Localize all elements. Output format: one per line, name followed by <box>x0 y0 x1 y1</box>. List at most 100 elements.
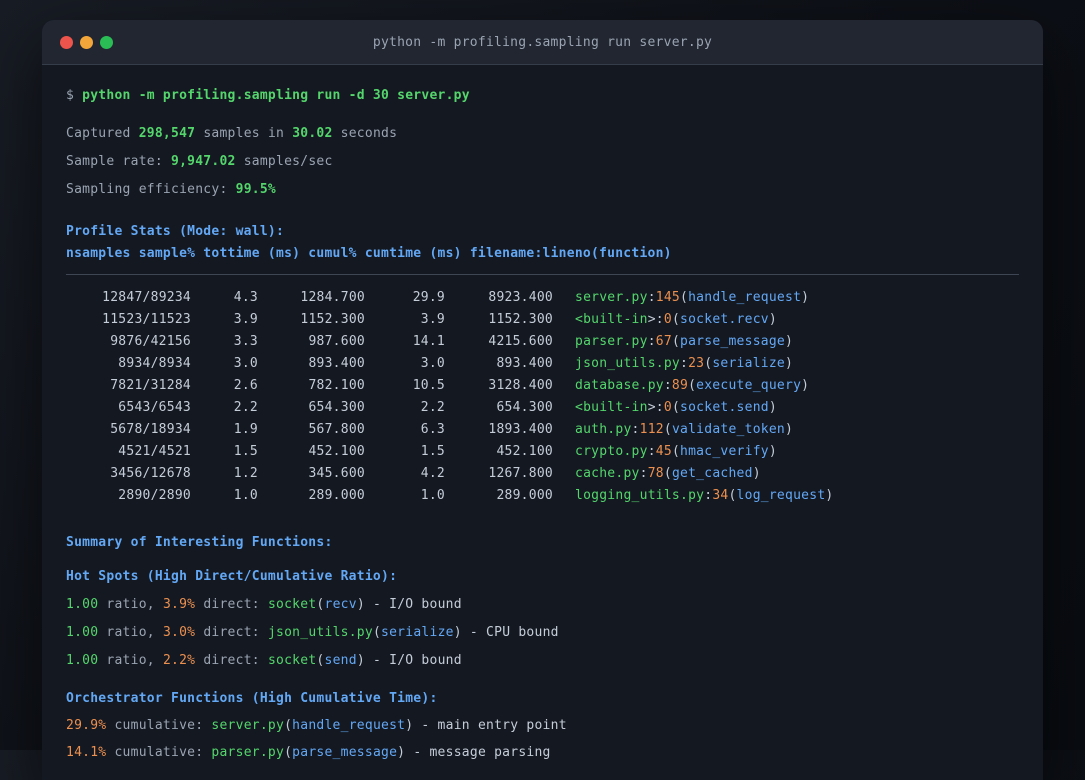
cell-cumtime: 8923.400 <box>488 290 553 305</box>
cell-cumtime: 1893.400 <box>488 422 553 437</box>
line-number: 112 <box>639 422 664 437</box>
line-number: 0 <box>663 400 672 415</box>
bound-note: - I/O bound <box>372 597 462 612</box>
summary-title: Summary of Interesting Functions: <box>66 535 333 550</box>
stat-label: samples in <box>203 126 285 141</box>
hot-spot-line: 1.00 ratio, 2.2% direct: socket(send) - … <box>66 650 1019 672</box>
stat-label: Captured <box>66 126 131 141</box>
line-number: 0 <box>663 312 672 327</box>
close-window-button[interactable] <box>60 35 73 49</box>
file-name-tail: > <box>647 312 656 327</box>
table-row: 2890/2890 1.0 289.000 1.0 289.000 logging_uti… <box>66 485 1019 507</box>
close-paren: ) <box>453 625 462 640</box>
table-row: 6543/6543 2.2 654.300 2.2 654.300 <built-in>:… <box>66 397 1019 419</box>
function-ref: parser.py(parse_message) <box>211 745 405 760</box>
file-name: server.py <box>575 290 648 305</box>
table-row: 5678/18934 1.9 567.800 6.3 1893.400 auth.py:1… <box>66 419 1019 441</box>
cell-cumul-pct: 14.1 <box>412 334 445 349</box>
function-name: parse_message <box>680 334 786 349</box>
module-name: parser.py <box>211 745 285 760</box>
cell-sample-pct: 1.0 <box>233 488 258 503</box>
sample-rate-line: Sample rate: 9,947.02 samples/sec <box>66 151 1019 173</box>
open-paren: ( <box>671 334 681 349</box>
cell-cumtime: 1152.300 <box>488 312 553 327</box>
open-paren: ( <box>663 422 672 437</box>
close-paren: ) <box>397 745 406 760</box>
direct-label: direct: <box>203 653 260 668</box>
ratio-value: 1.00 <box>66 597 99 612</box>
module-name: server.py <box>211 718 285 733</box>
hot-spot-line: 1.00 ratio, 3.0% direct: json_utils.py(s… <box>66 622 1019 644</box>
prompt-symbol: $ <box>66 88 75 103</box>
orchestrator-line: 29.9% cumulative: server.py(handle_reque… <box>66 715 1019 737</box>
close-paren: ) <box>768 312 777 327</box>
function-name: handle_request <box>688 290 802 305</box>
cumulative-pct: 14.1% <box>66 745 107 760</box>
table-columns-header: nsamples sample% tottime (ms) cumul% cum… <box>66 246 672 261</box>
function-name: validate_token <box>671 422 786 437</box>
efficiency-value: 99.5% <box>235 182 277 197</box>
line-number: 34 <box>712 488 729 503</box>
cell-cumtime: 289.000 <box>496 488 553 503</box>
cell-sample-pct: 3.0 <box>233 356 258 371</box>
colon-symbol: : <box>647 444 656 459</box>
function-name: serialize <box>381 625 454 640</box>
colon-symbol: : <box>647 334 656 349</box>
open-paren: ( <box>316 597 325 612</box>
stat-unit: samples/sec <box>243 154 333 169</box>
line-number: 45 <box>655 444 672 459</box>
cell-location: <built-in>:0(socket.send) <box>575 397 777 419</box>
bound-note: - CPU bound <box>469 625 559 640</box>
table-row: 8934/8934 3.0 893.400 3.0 893.400 json_utils.… <box>66 353 1019 375</box>
hot-spot-line: 1.00 ratio, 3.9% direct: socket(recv) - … <box>66 594 1019 616</box>
cell-cumtime: 1267.800 <box>488 466 553 481</box>
cell-cumul-pct: 10.5 <box>412 378 445 393</box>
window-titlebar: python -m profiling.sampling run server.… <box>42 20 1043 65</box>
function-ref: socket(recv) <box>268 597 365 612</box>
open-paren: ( <box>663 466 672 481</box>
module-name: socket <box>267 653 317 668</box>
colon-symbol: : <box>647 290 656 305</box>
file-name: <built-in <box>575 400 648 415</box>
terminal-window: python -m profiling.sampling run server.… <box>42 20 1043 780</box>
function-ref: socket(send) <box>268 653 365 668</box>
function-name: parse_message <box>292 745 398 760</box>
cell-nsamples: 8934/8934 <box>118 356 191 371</box>
function-ref: json_utils.py(serialize) <box>268 625 462 640</box>
efficiency-line: Sampling efficiency: 99.5% <box>66 179 1019 201</box>
table-row: 11523/11523 3.9 1152.300 3.9 1152.300 <built-… <box>66 309 1019 331</box>
line-number: 145 <box>655 290 681 305</box>
close-paren: ) <box>785 356 794 371</box>
cumulative-label: cumulative: <box>114 745 204 760</box>
sample-rate-value: 9,947.02 <box>171 154 236 169</box>
cell-nsamples: 2890/2890 <box>118 488 191 503</box>
cell-tottime: 1152.300 <box>300 312 365 327</box>
cell-sample-pct: 2.2 <box>233 400 258 415</box>
cell-cumtime: 654.300 <box>496 400 553 415</box>
close-paren: ) <box>405 718 414 733</box>
colon-symbol: : <box>639 466 648 481</box>
minimize-window-button[interactable] <box>80 35 93 49</box>
close-paren: ) <box>768 400 777 415</box>
function-ref: server.py(handle_request) <box>211 718 413 733</box>
cell-cumtime: 4215.600 <box>488 334 553 349</box>
cell-sample-pct: 4.3 <box>233 290 258 305</box>
cell-tottime: 782.100 <box>308 378 365 393</box>
function-name: socket.recv <box>680 312 769 327</box>
close-paren: ) <box>752 466 761 481</box>
function-name: get_cached <box>671 466 753 481</box>
cell-cumul-pct: 1.0 <box>420 488 445 503</box>
function-name: execute_query <box>696 378 802 393</box>
stat-label: Sample rate: <box>66 154 163 169</box>
cell-nsamples: 3456/12678 <box>110 466 191 481</box>
role-note: - main entry point <box>421 718 567 733</box>
colon-symbol: : <box>631 422 640 437</box>
file-name: logging_utils.py <box>575 488 705 503</box>
maximize-window-button[interactable] <box>100 35 113 49</box>
orchestrator-title: Orchestrator Functions (High Cumulative … <box>66 691 438 706</box>
cell-tottime: 567.800 <box>308 422 365 437</box>
open-paren: ( <box>728 488 737 503</box>
cell-location: auth.py:112(validate_token) <box>575 419 793 441</box>
cell-tottime: 345.600 <box>308 466 365 481</box>
stat-label: Sampling efficiency: <box>66 182 228 197</box>
